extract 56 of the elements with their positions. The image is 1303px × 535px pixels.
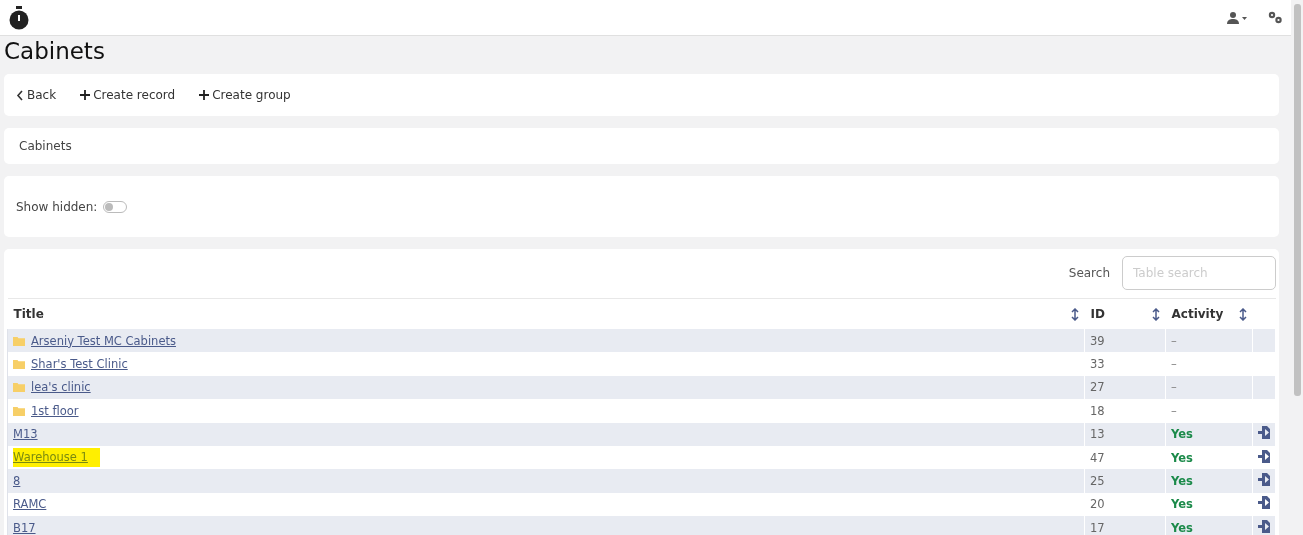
file-import-icon[interactable] [1258,519,1270,533]
id-text: 20 [1090,497,1105,512]
title-link[interactable]: 8 [13,474,21,489]
user-icon[interactable] [1227,11,1249,24]
title-link[interactable]: Arseniy Test MC Cabinets [31,333,176,348]
activity-text: – [1171,333,1177,348]
file-import-icon[interactable] [1258,426,1270,440]
breadcrumb[interactable]: Cabinets [16,139,72,153]
scrollbar[interactable] [1293,4,1301,396]
show-hidden-label: Show hidden: [16,199,98,214]
activity-text: Yes [1171,497,1193,512]
title-link[interactable]: M13 [13,427,38,442]
id-text: 17 [1090,520,1105,535]
id-text: 33 [1090,357,1105,372]
show-hidden-toggle[interactable] [103,200,128,213]
sort-icon[interactable] [1070,307,1079,321]
folder-icon [13,359,25,370]
id-text: 18 [1090,403,1105,418]
sort-icon[interactable] [1151,307,1160,321]
page-title: Cabinets [4,38,106,64]
column-header[interactable]: Title [13,307,44,321]
activity-text: – [1171,403,1177,418]
stopwatch-icon[interactable] [8,5,30,30]
title-link[interactable]: RAMC [13,497,47,512]
folder-icon [13,382,25,393]
file-import-icon[interactable] [1258,473,1270,487]
chevron-left-icon [16,89,24,101]
column-header[interactable]: Activity [1171,307,1224,321]
id-text: 47 [1090,450,1105,465]
back-button[interactable]: Back [16,88,57,102]
folder-icon [13,405,25,416]
activity-text: Yes [1171,520,1193,535]
create-button[interactable]: Create record [80,88,176,102]
id-text: 13 [1090,427,1105,442]
folder-icon [13,335,25,346]
sort-icon[interactable] [1238,307,1247,321]
activity-text: Yes [1171,474,1193,489]
title-link[interactable]: B17 [13,520,36,535]
activity-text: Yes [1171,450,1193,465]
id-text: 27 [1090,380,1105,395]
title-link[interactable]: Shar's Test Clinic [31,357,128,372]
create-button[interactable]: Create group [199,88,291,102]
activity-text: – [1171,357,1177,372]
activity-text: Yes [1171,427,1193,442]
file-import-icon[interactable] [1258,449,1270,463]
id-text: 25 [1090,474,1105,489]
title-link[interactable]: lea's clinic [31,380,91,395]
activity-text: – [1171,380,1177,395]
title-link[interactable]: 1st floor [31,403,79,418]
file-import-icon[interactable] [1258,496,1270,510]
settings-icon[interactable] [1267,11,1283,24]
plus-icon [199,90,210,100]
id-text: 39 [1090,333,1105,348]
search-label: Search [1068,266,1110,280]
plus-icon [80,90,91,100]
column-header[interactable]: ID [1090,307,1105,321]
